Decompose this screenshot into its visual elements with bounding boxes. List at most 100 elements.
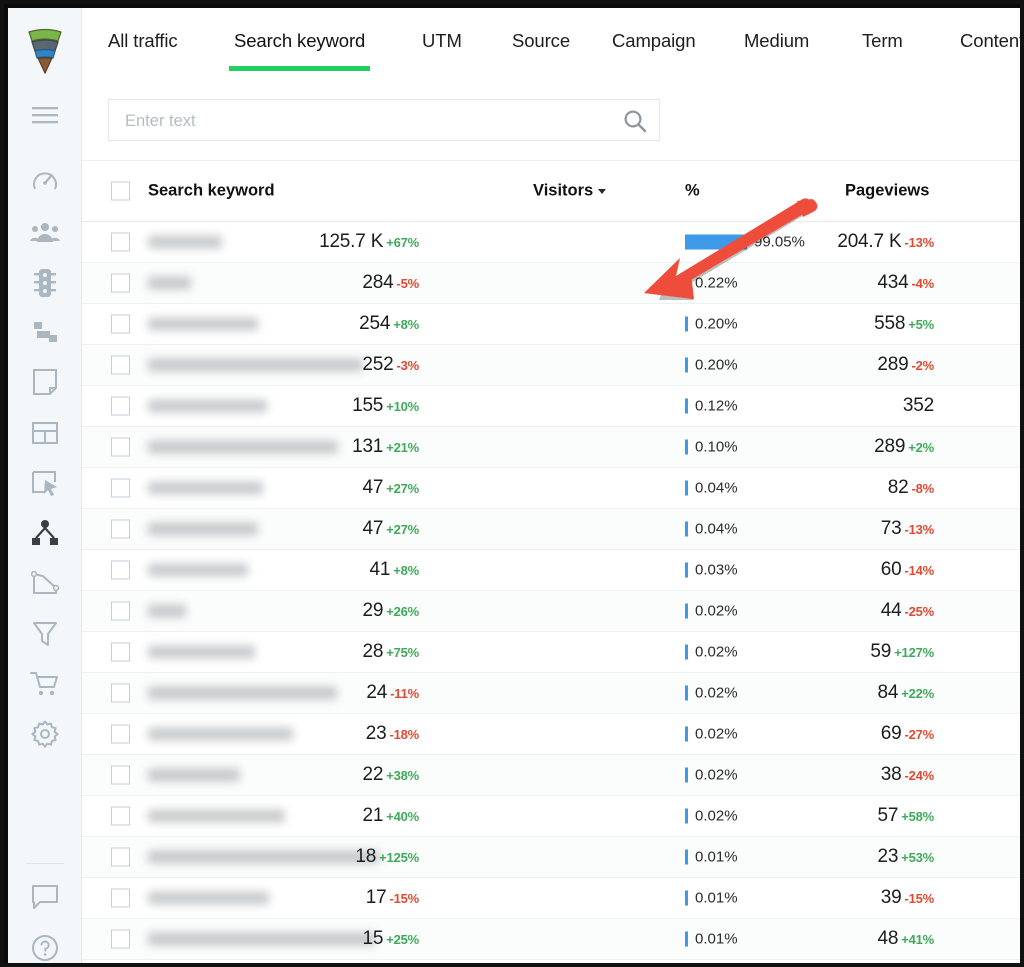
table-row[interactable]: 284 -5% 0.22% 434 -4% bbox=[82, 263, 1020, 304]
table-row[interactable]: 15 +25% 0.01% 48 +41% bbox=[82, 919, 1020, 960]
search-box[interactable] bbox=[108, 99, 660, 142]
visitors-cell: 22 +38% bbox=[362, 764, 419, 786]
tab-all-traffic[interactable]: All traffic bbox=[108, 30, 178, 52]
row-checkbox[interactable] bbox=[111, 314, 130, 334]
table-row[interactable]: 47 +27% 0.04% 82 -8% bbox=[82, 468, 1020, 509]
visitors-cell: 131 +21% bbox=[352, 436, 419, 458]
sidebar-item-scroll-map[interactable] bbox=[8, 563, 82, 605]
sidebar-item-funnels[interactable] bbox=[8, 613, 82, 655]
search-input[interactable] bbox=[123, 100, 617, 142]
sidebar-item-help[interactable] bbox=[8, 927, 82, 963]
visitors-cell: 21 +40% bbox=[362, 805, 419, 827]
row-checkbox[interactable] bbox=[111, 683, 130, 703]
table-row[interactable]: 252 -3% 0.20% 289 -2% bbox=[82, 345, 1020, 386]
pageviews-value: 44 bbox=[880, 600, 902, 621]
tab-utm[interactable]: UTM bbox=[422, 30, 462, 52]
table-row[interactable]: 17 -15% 0.01% 39 -15% bbox=[82, 878, 1020, 919]
percent-bar bbox=[685, 234, 747, 250]
sidebar-item-layout[interactable] bbox=[8, 412, 82, 454]
column-header-percent[interactable]: % bbox=[685, 182, 700, 201]
row-checkbox[interactable] bbox=[111, 888, 130, 908]
row-checkbox[interactable] bbox=[111, 929, 130, 949]
keyword-redacted bbox=[148, 399, 267, 413]
sidebar-item-traffic[interactable] bbox=[8, 262, 82, 304]
percent-bar bbox=[685, 849, 688, 865]
sidebar-item-audience[interactable] bbox=[8, 211, 82, 253]
table-row[interactable]: 41 +8% 0.03% 60 -14% bbox=[82, 550, 1020, 591]
row-checkbox[interactable] bbox=[111, 560, 130, 580]
table-row[interactable]: 29 +26% 0.02% 44 -25% bbox=[82, 591, 1020, 632]
percent-cell: 0.04% bbox=[685, 480, 738, 497]
row-checkbox[interactable] bbox=[111, 847, 130, 867]
row-checkbox[interactable] bbox=[111, 273, 130, 293]
table-row[interactable]: 24 -11% 0.02% 84 +22% bbox=[82, 673, 1020, 714]
sidebar-item-feedback[interactable] bbox=[8, 876, 82, 918]
sort-caret-down-icon[interactable] bbox=[598, 189, 606, 194]
sidebar-item-menu[interactable] bbox=[8, 94, 82, 136]
row-checkbox[interactable] bbox=[111, 642, 130, 662]
row-checkbox[interactable] bbox=[111, 478, 130, 498]
table-row[interactable]: 28 +75% 0.02% 59 +127% bbox=[82, 632, 1020, 673]
percent-cell: 99.05% bbox=[685, 234, 805, 251]
pageviews-cell: 289 +2% bbox=[874, 436, 934, 458]
tab-medium[interactable]: Medium bbox=[744, 30, 809, 52]
visitors-value: 155 bbox=[352, 395, 384, 416]
table-row[interactable]: 131 +21% 0.10% 289 +2% bbox=[82, 427, 1020, 468]
column-header-pageviews[interactable]: Pageviews bbox=[845, 182, 929, 201]
tab-term[interactable]: Term bbox=[862, 30, 903, 52]
row-checkbox[interactable] bbox=[111, 519, 130, 539]
row-checkbox[interactable] bbox=[111, 437, 130, 457]
sidebar-item-sitemap[interactable] bbox=[8, 512, 82, 554]
visitors-value: 15 bbox=[362, 928, 384, 949]
funnel-logo-icon[interactable] bbox=[25, 26, 65, 75]
sidebar-item-behavior[interactable] bbox=[8, 311, 82, 353]
visitors-value: 41 bbox=[369, 559, 391, 580]
row-checkbox[interactable] bbox=[111, 355, 130, 375]
tab-search-keyword[interactable]: Search keyword bbox=[234, 30, 365, 52]
table-row[interactable]: 125.7 K +67% 99.05% 204.7 K -13% bbox=[82, 222, 1020, 263]
row-checkbox[interactable] bbox=[111, 601, 130, 621]
pageviews-cell: 57 +58% bbox=[877, 805, 934, 827]
pageviews-cell: 48 +41% bbox=[877, 928, 934, 950]
sidebar-item-dashboard[interactable] bbox=[8, 160, 82, 202]
table-row[interactable]: 47 +27% 0.04% 73 -13% bbox=[82, 509, 1020, 550]
keyword-redacted bbox=[148, 522, 258, 536]
keyword-redacted bbox=[148, 481, 263, 495]
percent-cell: 0.02% bbox=[685, 685, 738, 702]
tab-source[interactable]: Source bbox=[512, 30, 570, 52]
column-header-visitors[interactable]: Visitors bbox=[533, 182, 593, 201]
table-row[interactable]: 21 +40% 0.02% 57 +58% bbox=[82, 796, 1020, 837]
row-checkbox[interactable] bbox=[111, 396, 130, 416]
row-checkbox[interactable] bbox=[111, 724, 130, 744]
layout-icon bbox=[31, 421, 59, 445]
visitors-delta: +67% bbox=[386, 235, 419, 250]
row-checkbox[interactable] bbox=[111, 765, 130, 785]
table-row[interactable]: 155 +10% 0.12% 352 bbox=[82, 386, 1020, 427]
table-row[interactable]: 22 +38% 0.02% 38 -24% bbox=[82, 755, 1020, 796]
percent-cell: 0.12% bbox=[685, 398, 738, 415]
tab-campaign[interactable]: Campaign bbox=[612, 30, 696, 52]
pageviews-value: 57 bbox=[877, 805, 899, 826]
table-row[interactable]: 23 -18% 0.02% 69 -27% bbox=[82, 714, 1020, 755]
column-header-keyword[interactable]: Search keyword bbox=[148, 182, 275, 201]
select-all-checkbox[interactable] bbox=[111, 181, 130, 201]
visitors-delta: +8% bbox=[393, 317, 419, 332]
row-checkbox[interactable] bbox=[111, 232, 130, 252]
pageviews-delta: +127% bbox=[894, 645, 934, 660]
pageviews-value: 82 bbox=[887, 477, 909, 498]
row-checkbox[interactable] bbox=[111, 806, 130, 826]
sidebar-item-settings[interactable] bbox=[8, 713, 82, 755]
table-row[interactable]: 18 +125% 0.01% 23 +53% bbox=[82, 837, 1020, 878]
sidebar-item-notes[interactable] bbox=[8, 361, 82, 403]
sidebar-item-ecommerce[interactable] bbox=[8, 663, 82, 705]
visitors-cell: 155 +10% bbox=[352, 395, 419, 417]
percent-bar bbox=[685, 275, 688, 291]
people-icon bbox=[30, 221, 60, 243]
table-row[interactable]: 254 +8% 0.20% 558 +5% bbox=[82, 304, 1020, 345]
visitors-value: 47 bbox=[362, 477, 384, 498]
visitors-delta: +38% bbox=[386, 768, 419, 783]
tab-content[interactable]: Content bbox=[960, 30, 1020, 52]
sidebar-item-click-map[interactable] bbox=[8, 462, 82, 504]
search-icon[interactable] bbox=[623, 109, 647, 133]
traffic-light-icon bbox=[33, 268, 57, 298]
